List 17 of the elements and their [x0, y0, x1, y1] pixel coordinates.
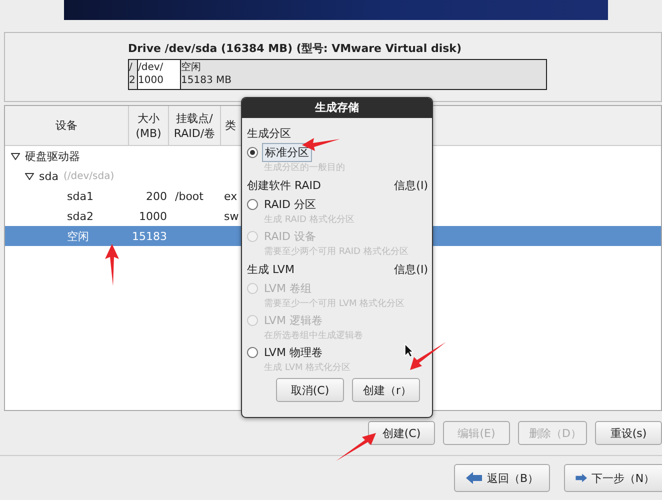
- drive-title: Drive /dev/sda (16384 MB) (型号: VMware Virtual disk): [128, 41, 462, 56]
- device-name: sda1: [67, 190, 94, 202]
- table-cell-text: 1000: [138, 210, 168, 222]
- section-title: 生成分区: [247, 126, 291, 140]
- section-title: 创建软件 RAID: [247, 178, 321, 192]
- device-name: 硬盘驱动器: [25, 148, 80, 164]
- device-name: 空闲: [67, 228, 89, 244]
- table-cell-text: /boot: [174, 190, 204, 202]
- dialog-title: 生成存储: [242, 98, 432, 118]
- device-path: (/dev/sda): [63, 170, 114, 182]
- device-name: sda2: [67, 210, 94, 222]
- section-title: 生成 LVM: [247, 262, 294, 276]
- table-cell-text: 15183: [131, 230, 168, 242]
- device-name: sda: [39, 170, 58, 182]
- table-cell-text: 200: [145, 190, 168, 202]
- table-cell: ex: [224, 190, 238, 202]
- table-cell: sw: [224, 210, 239, 222]
